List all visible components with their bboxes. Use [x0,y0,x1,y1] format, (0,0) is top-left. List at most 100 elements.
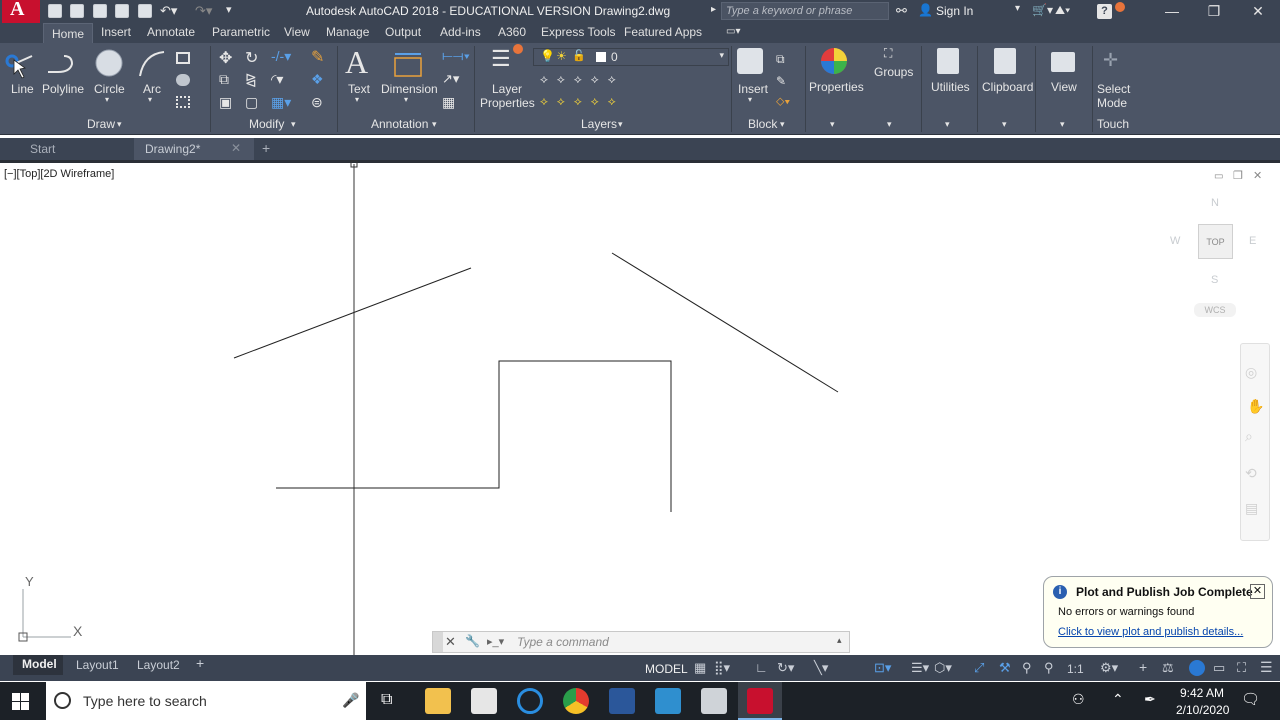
command-input[interactable]: Type a command [517,635,609,649]
units-icon[interactable]: ⚖ [1162,660,1174,676]
insert-dropdown-icon[interactable]: ▾ [748,95,752,104]
block-panel-expand-icon[interactable]: ▾ [780,119,785,130]
viewport-minimize-icon[interactable]: ▭ [1214,171,1223,182]
tab-output[interactable]: Output [385,25,421,39]
snap-icon[interactable]: ⣿▾ [714,660,730,676]
create-block-icon[interactable]: ⧉ [776,52,785,67]
lineweight-icon[interactable]: ☰▾ [911,660,929,676]
edge-icon[interactable] [517,688,543,714]
microphone-icon[interactable]: 🎤 [342,692,359,709]
tab-start[interactable]: Start [20,138,65,160]
circle-button[interactable]: Circle [94,82,125,96]
sign-in-link[interactable]: Sign In [936,4,973,18]
explode-icon[interactable]: ❖ [311,71,324,88]
panel-block[interactable]: Block [748,117,777,135]
layer-dropdown[interactable]: 💡 ☀ 🔓 0 ▾ [533,48,729,66]
circle-dropdown-icon[interactable]: ▾ [105,95,109,104]
task-view-icon[interactable]: ⧉ [381,691,392,709]
orbit-icon[interactable]: ⟲ [1245,465,1257,482]
file-explorer-icon[interactable] [425,688,451,714]
select-mode-icon[interactable]: ✛ [1103,50,1118,71]
auto-scale-icon[interactable]: ⚲ [1044,660,1054,676]
taskbar-search[interactable]: Type here to search 🎤 [46,682,366,720]
binoculars-icon[interactable]: ⚯ [896,3,907,19]
draw-panel-expand-icon[interactable]: ▾ [117,119,122,130]
tab-add-ins[interactable]: Add-ins [440,25,481,39]
close-button[interactable]: ✕ [1236,0,1280,23]
steering-wheel-icon[interactable]: ◎ [1245,364,1257,381]
tab-layout2[interactable]: Layout2 [137,658,180,672]
annotation-scale[interactable]: 1:1 [1067,662,1084,676]
store-icon[interactable] [471,688,497,714]
grid-icon[interactable]: ▦ [694,660,706,676]
arc-icon[interactable] [136,48,168,80]
fillet-icon[interactable]: ◜▾ [271,71,283,88]
tab-view[interactable]: View [284,25,310,39]
isolate-objects-icon[interactable] [1189,660,1205,676]
viewcube-w[interactable]: W [1170,235,1180,247]
circle-icon[interactable] [94,48,124,78]
view-button[interactable]: View [1051,80,1077,94]
panel-layers[interactable]: Layers [581,117,617,135]
tab-insert[interactable]: Insert [101,25,131,39]
rectangle-icon[interactable] [176,52,190,64]
command-prompt-icon[interactable]: ▸_▾ [487,635,504,648]
annotation-monitor-icon[interactable]: ⚒ [999,660,1011,676]
move-icon[interactable]: ✥ [219,48,232,68]
arc-button[interactable]: Arc [143,82,161,96]
groups-button[interactable]: Groups [874,65,913,79]
line-icon[interactable] [4,48,38,82]
tab-manage[interactable]: Manage [326,25,369,39]
modify-panel-expand-icon[interactable]: ▾ [291,119,296,130]
new-tab-button[interactable]: + [252,136,280,158]
tab-express-tools[interactable]: Express Tools [541,25,615,39]
layer-properties-button-line2[interactable]: Properties [480,96,535,110]
panel-touch[interactable]: Touch [1097,117,1129,135]
clipboard-icon[interactable] [994,48,1016,74]
polyline-button[interactable]: Polyline [42,82,84,96]
isodraft-icon[interactable]: ╲▾ [814,660,828,676]
leader-icon[interactable]: ↗▾ [442,71,459,87]
text-dropdown-icon[interactable]: ▾ [355,95,359,104]
insert-button[interactable]: Insert [738,82,768,96]
command-history-icon[interactable]: ▴ [837,635,842,646]
polyline-icon[interactable] [44,50,78,80]
annotation-visibility-icon[interactable]: ⚲ [1022,660,1032,676]
chrome-icon[interactable] [563,688,589,714]
command-line[interactable]: ✕ 🔧 ▸_▾ Type a command ▴ [432,631,850,653]
text-icon[interactable]: A [345,44,368,81]
tab-a360[interactable]: A360 [498,25,526,39]
viewcube-top[interactable]: TOP [1198,224,1233,259]
viewcube-e[interactable]: E [1249,235,1256,247]
osnap-icon[interactable]: ⊡▾ [874,660,891,676]
line-button[interactable]: Line [11,82,34,96]
view-expand-icon[interactable]: ▾ [1060,119,1065,130]
save-as-icon[interactable] [115,4,129,18]
search-input[interactable]: Type a keyword or phrase [721,2,889,20]
undo-icon[interactable]: ↶▾ [160,3,177,19]
new-file-icon[interactable] [48,4,62,18]
a360-icon[interactable]: ⛰▾ [1055,3,1070,18]
pan-icon[interactable]: ✋ [1247,398,1264,415]
ortho-icon[interactable]: ∟ [755,660,768,675]
help-icon[interactable]: ? [1097,4,1112,19]
cart-icon[interactable]: 🛒▾ [1032,3,1053,17]
erase-icon[interactable]: ✎ [311,47,324,67]
save-icon[interactable] [93,4,107,18]
layer-freeze-icon[interactable]: ⟡⟡⟡⟡⟡ [540,94,625,109]
plot-notification[interactable]: i Plot and Publish Job Complete ✕ No err… [1043,576,1273,648]
select-mode-button[interactable]: Select [1097,82,1130,96]
copy-icon[interactable]: ⧉ [219,71,229,88]
notepad-icon[interactable] [655,688,681,714]
add-layout-button[interactable]: + [196,655,204,671]
search-expand-icon[interactable]: ▸ [711,4,716,15]
dimension-dropdown-icon[interactable]: ▾ [404,95,408,104]
scale-icon[interactable]: ▢ [245,94,258,111]
panel-annotation[interactable]: Annotation [371,117,428,135]
notification-link[interactable]: Click to view plot and publish details..… [1058,626,1243,638]
hatch-icon[interactable] [176,74,190,86]
taskbar-time[interactable]: 9:42 AM [1180,686,1224,700]
dimension-button[interactable]: Dimension [381,82,438,96]
tab-featured-apps[interactable]: Featured Apps [624,25,702,39]
insert-block-icon[interactable] [737,48,763,74]
